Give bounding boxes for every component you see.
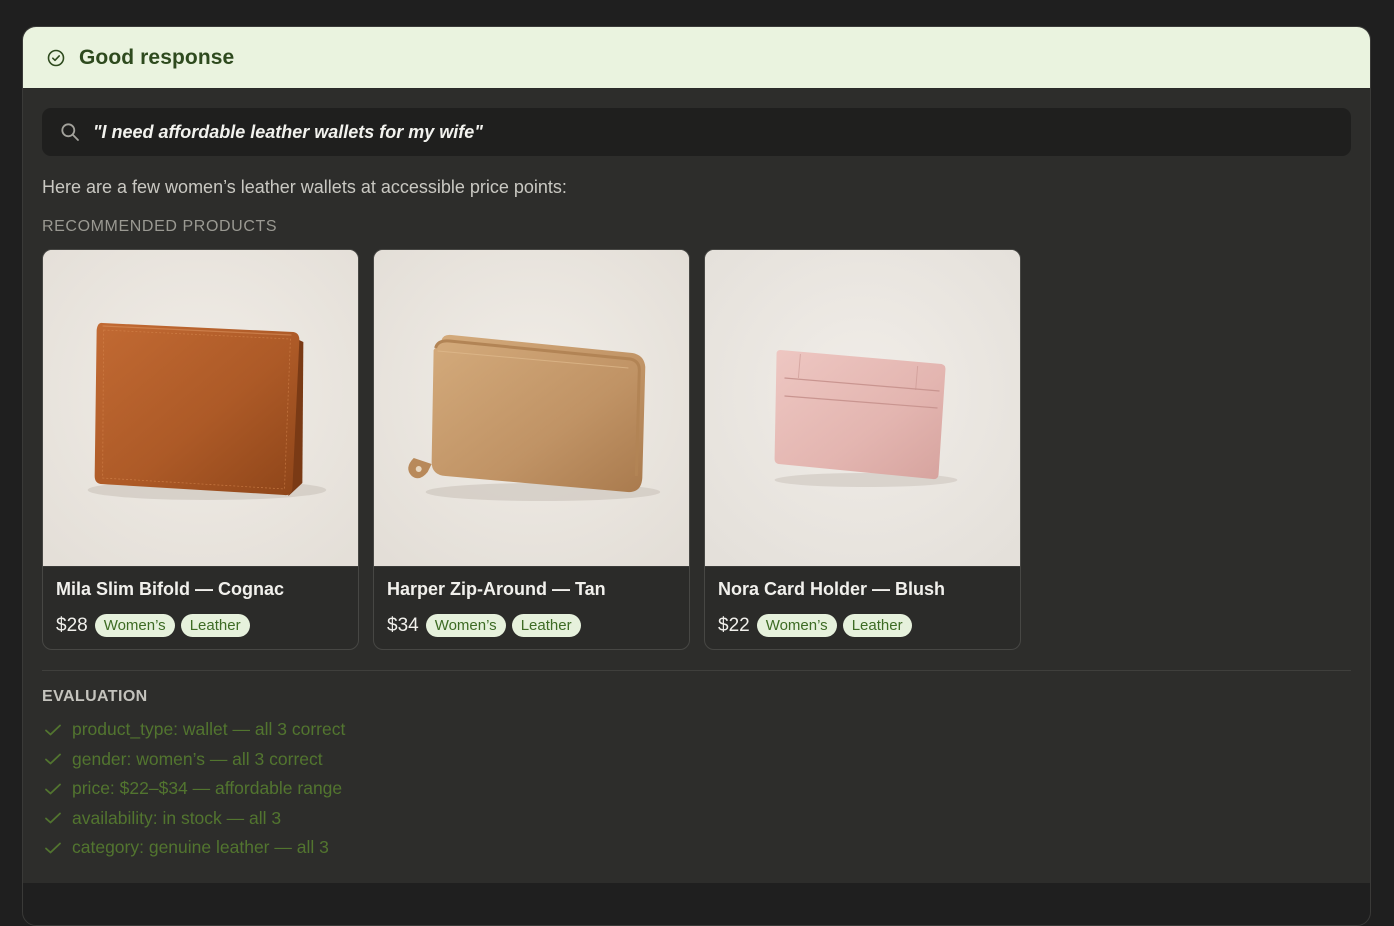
product-card[interactable]: Harper Zip-Around — Tan $34 Women’s Leat…	[373, 249, 690, 650]
search-query-text: "I need affordable leather wallets for m…	[93, 121, 483, 142]
product-card[interactable]: Mila Slim Bifold — Cognac $28 Women’s Le…	[42, 249, 359, 650]
checkmark-icon	[44, 841, 62, 855]
tag-womens: Women’s	[756, 614, 837, 637]
tag-womens: Women’s	[94, 614, 175, 637]
checkmark-icon	[44, 723, 62, 737]
product-card[interactable]: Nora Card Holder — Blush $22 Women’s Lea…	[704, 249, 1021, 650]
blush-card-holder-image	[705, 250, 1020, 567]
panel-body: "I need affordable leather wallets for m…	[23, 89, 1370, 863]
intro-text: Here are a few women’s leather wallets a…	[42, 177, 567, 197]
section-divider	[42, 670, 1351, 671]
response-panel: Good response "I need affordable leather…	[22, 26, 1371, 926]
product-title[interactable]: Harper Zip-Around — Tan	[387, 579, 689, 600]
evaluation-text: gender: women’s — all 3 correct	[72, 748, 323, 769]
checkmark-icon	[44, 752, 62, 766]
product-price: $28	[56, 614, 88, 636]
product-meta: $22 Women’s Leather	[718, 614, 1020, 637]
evaluation-text: product_type: wallet — all 3 correct	[72, 719, 346, 740]
panel-header: Good response	[23, 27, 1370, 89]
header-title: Good response	[79, 45, 235, 69]
evaluation-item: category: genuine leather — all 3	[42, 833, 1351, 863]
evaluation-item: price: $22–$34 — affordable range	[42, 774, 1351, 804]
product-title[interactable]: Nora Card Holder — Blush	[718, 579, 1020, 600]
tag-leather: Leather	[511, 614, 581, 637]
product-price: $34	[387, 614, 419, 636]
checkmark-icon	[44, 811, 62, 825]
product-cards: Mila Slim Bifold — Cognac $28 Women’s Le…	[42, 249, 1351, 650]
evaluation-item: availability: in stock — all 3	[42, 804, 1351, 834]
cognac-bifold-wallet-image	[43, 250, 358, 567]
product-title[interactable]: Mila Slim Bifold — Cognac	[56, 579, 358, 600]
tan-zip-around-wallet-image	[374, 250, 689, 567]
tag-womens: Women’s	[425, 614, 506, 637]
product-meta: $28 Women’s Leather	[56, 614, 358, 637]
recommended-products-label: RECOMMENDED PRODUCTS	[42, 218, 278, 235]
tag-leather: Leather	[842, 614, 912, 637]
evaluation-item: gender: women’s — all 3 correct	[42, 745, 1351, 775]
evaluation-text: availability: in stock — all 3	[72, 807, 282, 828]
product-meta: $34 Women’s Leather	[387, 614, 689, 637]
search-icon	[60, 122, 80, 142]
checkmark-icon	[44, 782, 62, 796]
evaluation-label: EVALUATION	[42, 688, 148, 705]
product-price: $22	[718, 614, 750, 636]
evaluation-item: product_type: wallet — all 3 correct	[42, 715, 1351, 745]
evaluation-text: category: genuine leather — all 3	[72, 837, 329, 858]
tag-leather: Leather	[180, 614, 250, 637]
search-query-bar: "I need affordable leather wallets for m…	[42, 108, 1351, 156]
evaluation-list: product_type: wallet — all 3 correct gen…	[42, 715, 1351, 863]
evaluation-text: price: $22–$34 — affordable range	[72, 778, 343, 799]
check-circle-icon	[47, 49, 65, 67]
panel-footer	[23, 883, 1370, 925]
